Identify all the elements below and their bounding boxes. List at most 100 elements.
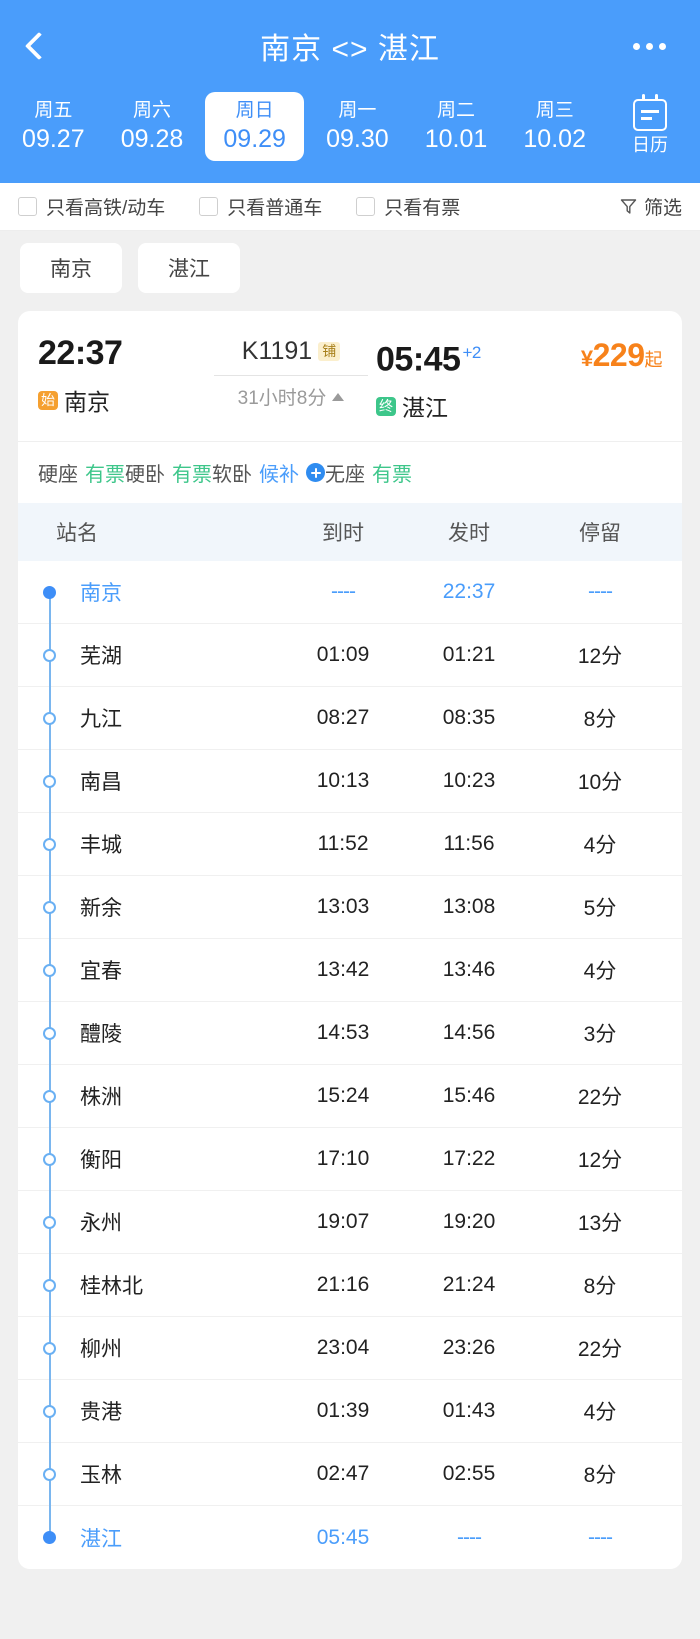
seat-hard-seat[interactable]: 硬座 有票 [38, 458, 125, 487]
stop-depart-time: 13:46 [442, 958, 496, 982]
trip-duration-text: 31小时8分 [237, 388, 327, 409]
stop-stay-duration: ---- [588, 1525, 613, 1549]
route-dot-icon [42, 1215, 56, 1229]
triangle-up-icon[interactable] [332, 392, 345, 401]
sleeper-badge: 铺 [318, 342, 341, 361]
date-selector: 周五 09.27 周六 09.28 周日 09.29 周一 09.30 周二 1… [0, 92, 700, 183]
filter-checkbox-label: 只看高铁/动车 [46, 198, 166, 219]
checkbox-icon[interactable] [356, 197, 376, 216]
stop-arrive-time: 14:53 [316, 1021, 370, 1045]
filter-checkbox-available[interactable]: 只看有票 [356, 193, 460, 220]
price-block[interactable]: ¥229起 [554, 333, 663, 374]
stop-station-cell: 宜春 [18, 955, 280, 985]
route-dot-icon [42, 1467, 56, 1481]
table-row[interactable]: 芜湖 01:09 01:21 12分 [18, 624, 682, 688]
stop-station-name: 南京 [80, 582, 122, 606]
seat-status: 候补 [259, 464, 299, 487]
stop-stay-duration: 8分 [583, 1275, 617, 1299]
date-tab-5[interactable]: 周三 10.02 [505, 92, 604, 155]
table-row[interactable]: 南京 ---- 22:37 ---- [18, 561, 682, 625]
filter-checkbox-highspeed[interactable]: 只看高铁/动车 [18, 193, 165, 220]
price-value: 229 [592, 337, 645, 373]
seat-type-label: 软卧 [212, 464, 252, 487]
funnel-icon [620, 198, 637, 215]
stops-table-header: 站名 到时 发时 停留 [18, 503, 682, 562]
price-suffix: 起 [644, 350, 663, 370]
table-row[interactable]: 桂林北 21:16 21:24 8分 [18, 1254, 682, 1318]
checkbox-icon[interactable] [199, 197, 219, 216]
train-number: K1191 铺 [242, 337, 341, 366]
table-row[interactable]: 株洲 15:24 15:46 22分 [18, 1065, 682, 1129]
date-tab-0[interactable]: 周五 09.27 [4, 92, 103, 155]
table-row[interactable]: 南昌 10:13 10:23 10分 [18, 750, 682, 814]
table-row[interactable]: 宜春 13:42 13:46 4分 [18, 939, 682, 1003]
stop-station-name: 丰城 [80, 834, 122, 858]
stop-depart-time: 02:55 [442, 1462, 496, 1486]
station-tab-origin[interactable]: 南京 [20, 243, 122, 293]
calendar-icon [633, 94, 668, 131]
stop-depart-time: 15:46 [442, 1084, 496, 1108]
stop-station-name: 新余 [80, 897, 122, 921]
train-number-block: K1191 铺 31小时8分 [206, 333, 376, 410]
route-dot-wrapper [18, 1341, 80, 1355]
stop-arrive-time: 05:45 [316, 1525, 370, 1549]
table-row[interactable]: 衡阳 17:10 17:22 12分 [18, 1128, 682, 1192]
checkbox-icon[interactable] [18, 197, 37, 216]
plus-circle-icon[interactable] [306, 463, 325, 483]
table-row[interactable]: 柳州 23:04 23:26 22分 [18, 1317, 682, 1381]
route-dot-icon [42, 774, 56, 788]
filter-button[interactable]: 筛选 [620, 193, 682, 220]
route-dot-wrapper [18, 837, 80, 851]
stop-depart-time: 10:23 [442, 769, 496, 793]
stop-arrive-time: ---- [331, 580, 356, 604]
calendar-button-label: 日历 [632, 135, 669, 155]
stop-arrive-time: 01:39 [316, 1399, 370, 1423]
filter-button-label: 筛选 [643, 198, 682, 219]
seat-standing[interactable]: 无座 有票 [325, 458, 412, 487]
stop-stay-duration: 10分 [577, 771, 623, 795]
date-tab-3[interactable]: 周一 09.30 [308, 92, 407, 155]
date-tab-2-selected[interactable]: 周日 09.29 [205, 92, 305, 161]
stop-depart-time: 14:56 [442, 1021, 496, 1045]
table-row[interactable]: 贵港 01:39 01:43 4分 [18, 1380, 682, 1444]
seat-soft-sleeper[interactable]: 软卧 候补 [212, 458, 325, 487]
departure-station-line: 始 南京 [38, 383, 206, 417]
table-row[interactable]: 湛江 05:45 ---- ---- [18, 1506, 682, 1569]
back-button[interactable] [0, 31, 70, 61]
route-dot-wrapper [18, 1152, 80, 1166]
route-dot-wrapper [18, 774, 80, 788]
train-card[interactable]: 22:37 始 南京 K1191 铺 31小时8分 05:45 +2 终 湛江 … [18, 311, 682, 1570]
stop-arrive-time: 01:09 [316, 643, 370, 667]
calendar-button[interactable]: 日历 [604, 92, 696, 157]
date-tab-1[interactable]: 周六 09.28 [103, 92, 202, 155]
table-row[interactable]: 九江 08:27 08:35 8分 [18, 687, 682, 751]
stop-stay-duration: 4分 [583, 1401, 617, 1425]
stop-stay-duration: 12分 [577, 645, 623, 669]
price-currency: ¥ [580, 346, 593, 371]
station-tab-destination[interactable]: 湛江 [138, 243, 240, 293]
table-row[interactable]: 永州 19:07 19:20 13分 [18, 1191, 682, 1255]
stop-stay-duration: 4分 [583, 960, 617, 984]
table-row[interactable]: 醴陵 14:53 14:56 3分 [18, 1002, 682, 1066]
seat-hard-sleeper[interactable]: 硬卧 有票 [125, 458, 212, 487]
stop-arrive-time: 02:47 [316, 1462, 370, 1486]
stop-stay-duration: 22分 [577, 1086, 623, 1110]
table-row[interactable]: 玉林 02:47 02:55 8分 [18, 1443, 682, 1507]
seat-type-label: 硬座 [38, 464, 78, 487]
filter-checkbox-normal[interactable]: 只看普通车 [199, 193, 322, 220]
table-row[interactable]: 新余 13:03 13:08 5分 [18, 876, 682, 940]
stop-arrive-time: 13:42 [316, 958, 370, 982]
route-dot-wrapper [18, 1089, 80, 1103]
stop-depart-time: ---- [457, 1525, 482, 1549]
seat-type-label: 无座 [325, 464, 365, 487]
stop-depart-time: 01:43 [442, 1399, 496, 1423]
table-row[interactable]: 丰城 11:52 11:56 4分 [18, 813, 682, 877]
date-tab-4[interactable]: 周二 10.01 [407, 92, 506, 155]
route-dot-icon [42, 900, 56, 914]
more-options-button[interactable] [633, 42, 666, 50]
app-header: 南京 <> 湛江 周五 09.27 周六 09.28 周日 09.29 周一 0… [0, 0, 700, 183]
stop-arrive-time: 13:03 [316, 895, 370, 919]
stop-arrive-time: 08:27 [316, 706, 370, 730]
stop-stay-duration: 4分 [583, 834, 617, 858]
stop-depart-time: 01:21 [442, 643, 496, 667]
